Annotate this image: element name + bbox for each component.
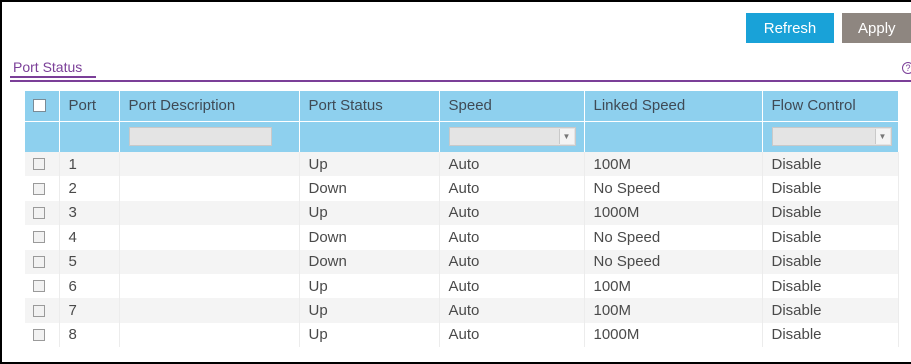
header-speed[interactable]: Speed	[439, 91, 585, 122]
cell-description	[119, 176, 300, 201]
help-icon[interactable]: ?	[902, 62, 911, 74]
cell-flow-control: Disable	[762, 322, 899, 348]
cell-flow-control: Disable	[762, 176, 899, 201]
tab-port-status[interactable]: Port Status	[13, 59, 82, 75]
table-row[interactable]: 7 Up Auto 100M Disable	[25, 298, 899, 323]
cell-flow-control: Disable	[762, 200, 899, 226]
select-all-checkbox[interactable]	[33, 99, 46, 113]
header-flow-control[interactable]: Flow Control	[762, 91, 899, 122]
row-checkbox[interactable]	[33, 158, 45, 171]
cell-linked-speed: 100M	[584, 298, 763, 323]
header-port[interactable]: Port	[59, 91, 120, 122]
cell-linked-speed: No Speed	[584, 225, 763, 250]
cell-status: Up	[299, 298, 440, 323]
cell-description	[119, 200, 300, 226]
cell-speed: Auto	[439, 273, 585, 299]
cell-description	[119, 298, 300, 323]
cell-flow-control: Disable	[762, 249, 899, 274]
row-checkbox[interactable]	[33, 206, 45, 219]
tab-active-indicator	[10, 76, 96, 78]
table-row[interactable]: 3 Up Auto 1000M Disable	[25, 200, 899, 226]
table-row[interactable]: 2 Down Auto No Speed Disable	[25, 176, 899, 201]
table-row[interactable]: 6 Up Auto 100M Disable	[25, 273, 899, 299]
chevron-down-icon[interactable]: ▼	[874, 129, 890, 145]
row-checkbox[interactable]	[33, 280, 45, 293]
cell-linked-speed: 100M	[584, 273, 763, 299]
cell-flow-control: Disable	[762, 152, 899, 177]
header-status[interactable]: Port Status	[299, 91, 440, 122]
tab-divider	[10, 80, 911, 82]
cell-port: 1	[59, 152, 120, 177]
cell-description	[119, 249, 300, 274]
row-checkbox[interactable]	[33, 304, 45, 317]
cell-speed: Auto	[439, 298, 585, 323]
cell-speed: Auto	[439, 249, 585, 274]
cell-flow-control: Disable	[762, 225, 899, 250]
filter-row: ▼ ▼	[25, 121, 899, 152]
header-description[interactable]: Port Description	[119, 91, 300, 122]
select-all-cell	[25, 91, 60, 122]
port-status-table: Port Port Description Port Status Speed …	[25, 91, 899, 348]
cell-linked-speed: 1000M	[584, 200, 763, 226]
cell-port: 8	[59, 322, 120, 348]
cell-flow-control: Disable	[762, 298, 899, 323]
cell-status: Up	[299, 200, 440, 226]
cell-linked-speed: No Speed	[584, 176, 763, 201]
cell-speed: Auto	[439, 152, 585, 177]
chevron-down-icon[interactable]: ▼	[558, 129, 574, 145]
cell-description	[119, 152, 300, 177]
cell-port: 6	[59, 273, 120, 299]
cell-port: 2	[59, 176, 120, 201]
cell-description	[119, 322, 300, 348]
refresh-button[interactable]: Refresh	[746, 13, 834, 43]
cell-speed: Auto	[439, 176, 585, 201]
table-row[interactable]: 1 Up Auto 100M Disable	[25, 152, 899, 177]
cell-speed: Auto	[439, 225, 585, 250]
flow-control-filter-select[interactable]: ▼	[771, 127, 892, 147]
cell-status: Up	[299, 273, 440, 299]
cell-status: Down	[299, 225, 440, 250]
cell-status: Down	[299, 176, 440, 201]
cell-linked-speed: 1000M	[584, 322, 763, 348]
row-checkbox[interactable]	[33, 182, 45, 195]
row-checkbox[interactable]	[33, 231, 45, 244]
header-linked-speed[interactable]: Linked Speed	[584, 91, 763, 122]
description-filter-input[interactable]	[128, 127, 272, 147]
cell-linked-speed: No Speed	[584, 249, 763, 274]
cell-speed: Auto	[439, 322, 585, 348]
cell-port: 5	[59, 249, 120, 274]
cell-description	[119, 273, 300, 299]
row-checkbox[interactable]	[33, 255, 45, 268]
cell-speed: Auto	[439, 200, 585, 226]
cell-flow-control: Disable	[762, 273, 899, 299]
speed-filter-select[interactable]: ▼	[448, 127, 576, 147]
apply-button[interactable]: Apply	[842, 13, 911, 43]
cell-port: 7	[59, 298, 120, 323]
cell-status: Down	[299, 249, 440, 274]
cell-linked-speed: 100M	[584, 152, 763, 177]
table-row[interactable]: 4 Down Auto No Speed Disable	[25, 225, 899, 250]
cell-description	[119, 225, 300, 250]
cell-port: 4	[59, 225, 120, 250]
cell-status: Up	[299, 152, 440, 177]
row-checkbox[interactable]	[33, 328, 45, 341]
cell-port: 3	[59, 200, 120, 226]
table-row[interactable]: 8 Up Auto 1000M Disable	[25, 322, 899, 348]
table-header-row: Port Port Description Port Status Speed …	[25, 91, 899, 122]
table-row[interactable]: 5 Down Auto No Speed Disable	[25, 249, 899, 274]
cell-status: Up	[299, 322, 440, 348]
